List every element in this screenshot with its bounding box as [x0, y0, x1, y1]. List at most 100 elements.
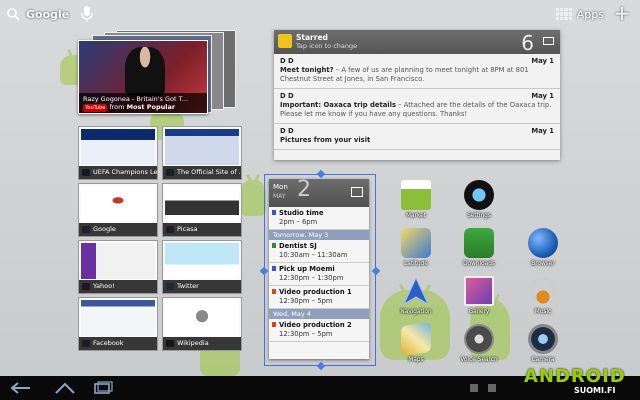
recent-apps-icon[interactable] [92, 381, 114, 395]
sync-icon [488, 384, 496, 392]
search-label: Google [26, 7, 70, 21]
app-label: Browser [531, 261, 555, 267]
gmail-header[interactable]: Starred Tap icon to change 6 [274, 30, 560, 55]
day-separator: Tomorrow, May 3 [269, 230, 369, 240]
app-label: Downloads [463, 261, 495, 267]
bookmark-thumb[interactable]: Twitter [162, 240, 242, 294]
bookmark-thumb[interactable]: The Official Site of ... [162, 126, 242, 180]
app-shortcut-voice-search[interactable]: Voice Search [456, 324, 502, 363]
event-title: Pick up Moemi [279, 265, 335, 273]
compose-mail-icon[interactable] [543, 37, 554, 45]
home-icon[interactable] [54, 381, 76, 395]
calendar-widget[interactable]: Mon MAY 2 Studio time 2pm – 6pm Tomorrow… [259, 169, 381, 371]
bookmark-label: Google [79, 223, 157, 236]
calendar-card: Mon MAY 2 Studio time 2pm – 6pm Tomorrow… [269, 179, 369, 359]
app-shortcut-maps[interactable]: Maps [393, 321, 439, 363]
bookmark-thumb[interactable]: UEFA Champions Le... [78, 126, 158, 180]
calendar-event[interactable]: Video production 2 12:30pm – 5pm [269, 319, 369, 342]
voice-mic-icon [464, 324, 494, 354]
bookmark-thumb[interactable]: Yahoo! [78, 240, 158, 294]
bookmark-thumb[interactable]: Wikipedia [162, 297, 242, 351]
apps-button[interactable]: Apps [555, 5, 604, 23]
bookmark-label: Wikipedia [163, 337, 241, 350]
gmail-label-icon[interactable] [278, 34, 292, 48]
mail-sender: D D [280, 92, 294, 100]
watermark-logo: ANDROID [524, 366, 626, 387]
event-time: 12:30pm – 5pm [279, 297, 333, 305]
bookmark-thumb[interactable]: Google [78, 183, 158, 237]
app-shortcut-camera[interactable]: Camera [520, 324, 566, 363]
app-shortcut-navigation[interactable]: Navigation [393, 276, 439, 315]
video-thumbnail-person [125, 47, 165, 97]
video-caption: Razy Gogonea - Britain's Got T... YouTub… [79, 93, 207, 113]
video-source-prefix: from [109, 103, 125, 111]
app-shortcut-settings[interactable]: Settings [456, 180, 502, 219]
event-color-marker [272, 266, 276, 271]
mail-list-item[interactable]: D D May 1 Important: Oaxaca trip details… [274, 89, 560, 124]
event-color-marker [272, 289, 276, 294]
status-icons [470, 384, 496, 392]
search-icon [7, 8, 20, 21]
app-label: Settings [467, 213, 491, 219]
back-icon[interactable] [10, 381, 32, 395]
gallery-icon [464, 276, 494, 306]
calendar-event[interactable]: Studio time 2pm – 6pm [269, 207, 369, 230]
app-label: Music [534, 309, 552, 315]
app-shortcut-browser[interactable]: Browser [520, 228, 566, 267]
resize-handle-left[interactable] [259, 266, 269, 276]
background-android-figure [240, 180, 266, 216]
event-time: 12:30pm – 5pm [279, 330, 333, 338]
youtube-widget[interactable]: Razy Gogonea - Britain's Got T... YouTub… [76, 30, 242, 116]
mail-sender: D D [280, 57, 294, 65]
video-source: Most Popular [126, 103, 176, 111]
google-search-widget[interactable]: Google [6, 4, 69, 24]
gmail-widget[interactable]: Starred Tap icon to change 6 D D May 1 M… [274, 30, 560, 160]
navigation-arrow-icon [402, 276, 430, 306]
calendar-event[interactable]: Pick up Moemi 12:30pm – 1:30pm [269, 263, 369, 286]
calendar-day-of-week: Mon [273, 183, 288, 191]
apps-label: Apps [576, 7, 604, 21]
camera-icon [528, 324, 558, 354]
app-shortcut-downloads[interactable]: Downloads [456, 228, 502, 267]
bookmark-thumb[interactable]: Facebook [78, 297, 158, 351]
event-title: Video production 1 [279, 288, 352, 296]
app-shortcut-gallery[interactable]: Gallery [456, 276, 502, 315]
page-preview [165, 129, 239, 165]
youtube-logo-icon: YouTube [83, 104, 108, 112]
app-shortcut-latitude[interactable]: Latitude [393, 228, 439, 267]
mail-date: May 1 [531, 127, 554, 135]
apps-grid-icon [555, 8, 572, 20]
add-widget-button[interactable]: + [612, 3, 632, 23]
market-icon [401, 180, 431, 210]
bookmark-thumb[interactable]: Picasa [162, 183, 242, 237]
calendar-event[interactable]: Dentist SJ 10:30am – 11:30am [269, 240, 369, 263]
resize-handle-top[interactable] [316, 169, 326, 179]
app-label: Camera [531, 357, 555, 363]
calendar-day-number: 2 [297, 179, 311, 202]
resize-handle-bottom[interactable] [316, 361, 326, 371]
page-preview [81, 129, 155, 165]
new-event-icon[interactable] [351, 187, 363, 197]
app-label: Maps [408, 357, 424, 363]
bookmark-label: UEFA Champions Le... [79, 166, 157, 179]
event-time: 2pm – 6pm [279, 218, 318, 226]
unread-count: 6 [521, 31, 534, 55]
calendar-event[interactable]: Video production 1 12:30pm – 5pm [269, 286, 369, 309]
bookmark-label: Facebook [79, 337, 157, 350]
resize-handle-right[interactable] [371, 266, 381, 276]
mail-list-item[interactable]: D D May 1 Pictures from your visit [274, 124, 560, 150]
app-shortcut-market[interactable]: Market [393, 180, 439, 219]
app-label: Gallery [468, 309, 490, 315]
bookmark-label: Yahoo! [79, 280, 157, 293]
headphones-icon [528, 276, 558, 306]
app-label: Latitude [404, 261, 428, 267]
maps-icon [401, 321, 431, 357]
app-label: Navigation [400, 309, 432, 315]
mic-icon[interactable] [80, 4, 94, 24]
mail-list-item[interactable]: D D May 1 Meet tonight? – A few of us ar… [274, 54, 560, 89]
bookmark-label: Twitter [163, 280, 241, 293]
event-title: Studio time [279, 209, 324, 217]
app-shortcut-music[interactable]: Music [520, 276, 566, 315]
app-label: Voice Search [460, 357, 498, 363]
youtube-video-card[interactable]: Razy Gogonea - Britain's Got T... YouTub… [78, 40, 208, 114]
